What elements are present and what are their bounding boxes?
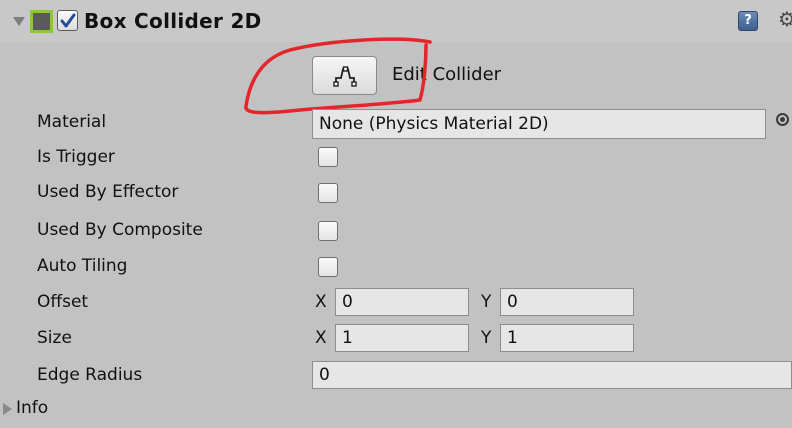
size-y-field[interactable]: 1	[500, 324, 634, 352]
material-field[interactable]: None (Physics Material 2D)	[312, 109, 766, 139]
component-header[interactable]: Box Collider 2D ? ⚙	[0, 0, 792, 42]
help-icon[interactable]: ?	[738, 11, 758, 31]
checkmark-icon	[60, 13, 76, 28]
offset-y-axis-label: Y	[481, 292, 492, 312]
info-foldout-arrow-icon[interactable]	[3, 403, 12, 415]
is-trigger-label: Is Trigger	[37, 147, 115, 167]
box-collider-2d-inspector: Box Collider 2D ? ⚙ Edit Collider Materi…	[0, 0, 792, 428]
collider-component-icon	[30, 10, 53, 33]
edit-collider-label: Edit Collider	[392, 64, 502, 85]
edit-collider-button[interactable]	[312, 56, 377, 95]
size-x-axis-label: X	[315, 328, 327, 348]
edge-radius-field[interactable]: 0	[312, 361, 792, 389]
offset-y-field[interactable]: 0	[500, 288, 634, 316]
material-label: Material	[37, 112, 107, 132]
foldout-arrow-icon[interactable]	[13, 17, 25, 26]
used-by-effector-label: Used By Effector	[37, 182, 179, 202]
edit-collider-icon	[333, 66, 357, 87]
edge-radius-label: Edge Radius	[37, 365, 143, 385]
offset-x-axis-label: X	[315, 292, 327, 312]
offset-label: Offset	[37, 292, 89, 312]
size-y-axis-label: Y	[481, 328, 492, 348]
is-trigger-checkbox[interactable]	[318, 147, 338, 167]
gear-icon[interactable]: ⚙	[778, 8, 792, 30]
object-picker-icon[interactable]	[776, 113, 789, 126]
component-title: Box Collider 2D	[84, 9, 262, 33]
auto-tiling-checkbox[interactable]	[318, 257, 338, 277]
size-label: Size	[37, 328, 72, 348]
component-enabled-checkbox[interactable]	[57, 10, 78, 31]
size-x-field[interactable]: 1	[335, 324, 469, 352]
info-foldout-label[interactable]: Info	[16, 398, 48, 418]
offset-x-field[interactable]: 0	[335, 288, 469, 316]
auto-tiling-label: Auto Tiling	[37, 256, 128, 276]
used-by-composite-checkbox[interactable]	[318, 221, 338, 241]
used-by-effector-checkbox[interactable]	[318, 183, 338, 203]
used-by-composite-label: Used By Composite	[37, 220, 203, 240]
